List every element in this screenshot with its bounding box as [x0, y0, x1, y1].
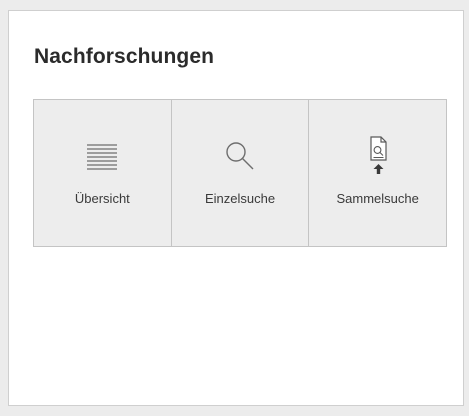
document-search-upload-icon — [360, 136, 396, 174]
tile-group: Übersicht Einzelsuche Sammelsuche — [33, 99, 447, 247]
list-lines-icon — [84, 138, 120, 174]
tile-label-uebersicht: Übersicht — [74, 191, 130, 206]
tile-label-einzelsuche: Einzelsuche — [204, 191, 276, 206]
tile-label-sammelsuche: Sammelsuche — [336, 191, 419, 206]
tile-einzelsuche[interactable]: Einzelsuche — [171, 100, 310, 246]
nachforschungen-panel: Nachforschungen Übersicht Einzelsuche Sa… — [8, 10, 464, 406]
panel-title: Nachforschungen — [34, 45, 215, 68]
search-icon — [222, 138, 258, 174]
tile-sammelsuche[interactable]: Sammelsuche — [309, 100, 447, 246]
tile-uebersicht[interactable]: Übersicht — [34, 100, 172, 246]
